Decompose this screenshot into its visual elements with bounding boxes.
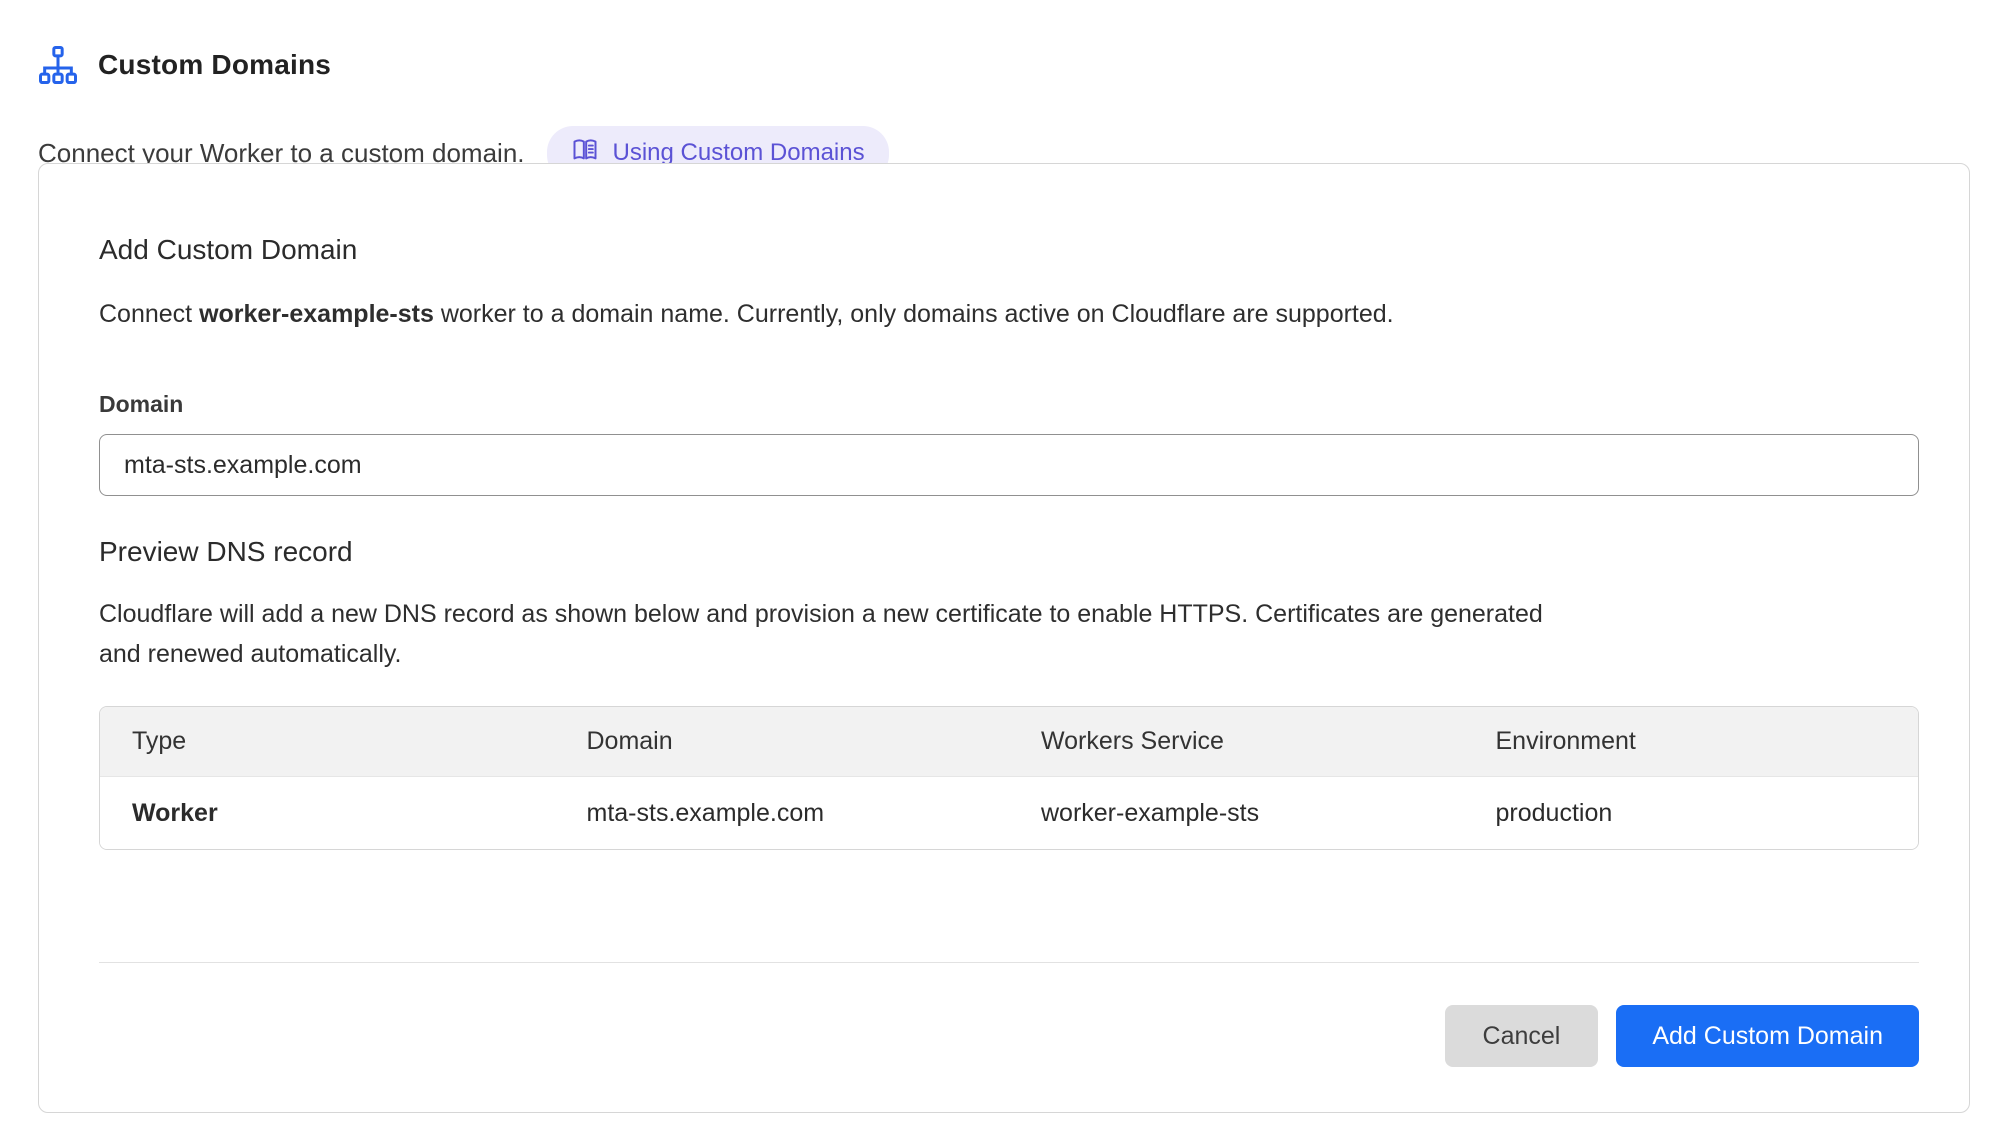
footer-divider: [99, 962, 1919, 963]
description-suffix: worker to a domain name. Currently, only…: [434, 300, 1394, 328]
preview-dns-heading: Preview DNS record: [99, 536, 1919, 568]
sitemap-icon: [38, 45, 78, 85]
table-header-environment: Environment: [1464, 727, 1919, 756]
add-custom-domain-card: Add Custom Domain Connect worker-example…: [38, 163, 1970, 1113]
cell-workers-service: worker-example-sts: [1009, 799, 1464, 828]
dns-preview-table: Type Domain Workers Service Environment …: [99, 706, 1919, 850]
page-header: Custom Domains Connect your Worker to a …: [38, 30, 889, 181]
footer-actions: Cancel Add Custom Domain: [99, 1005, 1919, 1067]
table-row: Worker mta-sts.example.com worker-exampl…: [100, 777, 1918, 849]
worker-name: worker-example-sts: [199, 300, 434, 328]
title-row: Custom Domains: [38, 30, 889, 100]
cancel-button[interactable]: Cancel: [1445, 1005, 1599, 1067]
cell-type: Worker: [100, 799, 555, 828]
table-header-workers-service: Workers Service: [1009, 727, 1464, 756]
cell-environment: production: [1464, 799, 1919, 828]
page-title: Custom Domains: [98, 49, 331, 81]
dialog-heading: Add Custom Domain: [99, 234, 1919, 266]
add-custom-domain-button[interactable]: Add Custom Domain: [1616, 1005, 1919, 1067]
cell-domain: mta-sts.example.com: [555, 799, 1010, 828]
description-prefix: Connect: [99, 300, 199, 328]
table-header-type: Type: [100, 727, 555, 756]
domain-field-label: Domain: [99, 391, 1919, 418]
dialog-description: Connect worker-example-sts worker to a d…: [99, 300, 1919, 329]
table-header-domain: Domain: [555, 727, 1010, 756]
preview-dns-description: Cloudflare will add a new DNS record as …: [99, 594, 1559, 674]
table-header-row: Type Domain Workers Service Environment: [100, 707, 1918, 777]
domain-input[interactable]: [99, 434, 1919, 496]
